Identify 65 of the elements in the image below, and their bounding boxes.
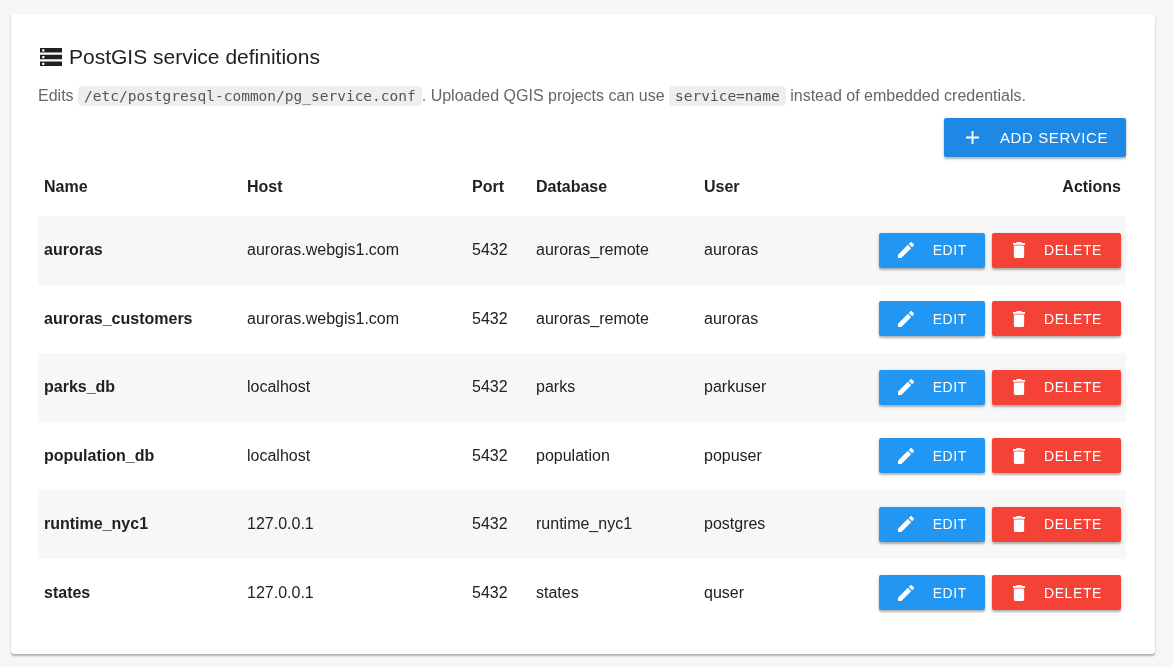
table-cell-text: states	[43, 583, 92, 602]
edit-button[interactable]: EDIT	[878, 369, 985, 405]
trash-icon	[1012, 584, 1025, 601]
table-cell-text: auroras	[703, 241, 760, 260]
column-header: Host	[246, 178, 284, 196]
edit-button[interactable]: EDIT	[878, 506, 985, 542]
edit-button[interactable]: EDIT	[878, 575, 985, 611]
table-cell-text: 127.0.0.1	[246, 583, 315, 602]
table-cell-text: runtime_nyc1	[43, 515, 150, 534]
edit-button[interactable]: EDIT	[878, 232, 985, 268]
delete-button[interactable]: DELETE	[991, 301, 1121, 337]
pencil-icon	[897, 516, 914, 533]
table-cell-text: auroras_remote	[535, 309, 650, 328]
table-cell-text: parks_db	[43, 378, 117, 397]
table-cell-text: auroras_customers	[43, 309, 194, 328]
table-cell-text: auroras.webgis1.com	[246, 241, 401, 260]
trash-icon	[1012, 379, 1025, 396]
trash-icon	[1012, 516, 1025, 533]
delete-button[interactable]: DELETE	[991, 506, 1121, 542]
trash-icon	[1012, 447, 1025, 464]
table-cell-text: quser	[703, 583, 746, 602]
table-cell-text: 5432	[471, 241, 509, 260]
table-cell-text: auroras.webgis1.com	[246, 309, 401, 328]
table-cell-text: localhost	[246, 446, 312, 465]
column-header: Name	[43, 178, 89, 196]
delete-button[interactable]: DELETE	[991, 438, 1121, 474]
pencil-icon	[897, 447, 914, 464]
table-cell-text: 127.0.0.1	[246, 515, 315, 534]
edit-button[interactable]: EDIT	[878, 438, 985, 474]
description-text: Edits /etc/postgresql-common/pg_service.conf . Uploaded QGIS projects can use service=name instead of embedded credentials.	[38, 85, 1027, 108]
card-title: PostGIS service definitions	[69, 44, 320, 70]
table-cell-text: population	[535, 446, 611, 465]
pencil-icon	[897, 379, 914, 396]
table-cell-text: runtime_nyc1	[535, 515, 634, 534]
pencil-icon	[897, 310, 914, 327]
delete-button[interactable]: DELETE	[991, 369, 1121, 405]
table-cell-text: auroras	[703, 309, 760, 328]
storage-icon	[40, 48, 62, 66]
edit-button[interactable]: EDIT	[878, 301, 985, 337]
table-cell-text: popuser	[703, 446, 763, 465]
table-cell-text: states	[535, 583, 580, 602]
table-cell-text: 5432	[471, 378, 509, 397]
table-cell-text: 5432	[471, 515, 509, 534]
table-cell-text: auroras	[43, 241, 104, 260]
pencil-icon	[897, 584, 914, 601]
table-cell-text: population_db	[43, 446, 156, 465]
table-cell-text: localhost	[246, 378, 312, 397]
table-cell-text: 5432	[471, 446, 509, 465]
delete-button[interactable]: DELETE	[991, 232, 1121, 268]
trash-icon	[1012, 242, 1025, 259]
column-header: User	[703, 178, 741, 196]
table-cell-text: 5432	[471, 309, 509, 328]
table-cell-text: 5432	[471, 583, 509, 602]
table-cell-text: parks	[535, 378, 577, 397]
delete-button[interactable]: DELETE	[991, 575, 1121, 611]
pencil-icon	[897, 242, 914, 259]
add-service-button[interactable]: ADD SERVICE	[943, 118, 1126, 157]
table-cell-text: parkuser	[703, 378, 768, 397]
column-header: Port	[471, 178, 505, 196]
table-cell-text: postgres	[703, 515, 767, 534]
plus-icon	[965, 131, 979, 144]
table-cell-text: auroras_remote	[535, 241, 650, 260]
trash-icon	[1012, 310, 1025, 327]
column-header: Database	[535, 178, 609, 196]
column-header: Actions	[1061, 178, 1122, 196]
